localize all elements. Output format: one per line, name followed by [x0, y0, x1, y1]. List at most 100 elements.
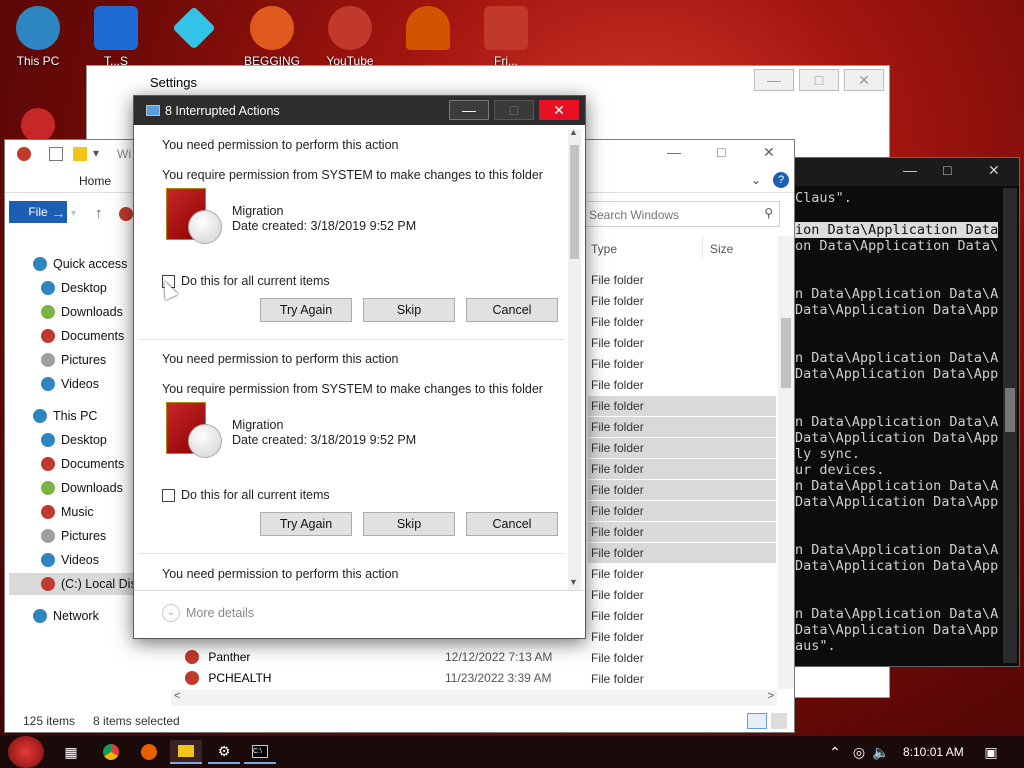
sidebar-item[interactable]: Downloads: [41, 301, 123, 323]
clock[interactable]: 8:10:01 AM: [903, 745, 964, 759]
settings-taskbar-icon[interactable]: ⚙: [208, 740, 240, 764]
sidebar-item[interactable]: Documents: [41, 325, 124, 347]
back-icon[interactable]: ←: [19, 205, 34, 222]
file-row[interactable]: File folder: [588, 585, 776, 605]
file-row[interactable]: File folder: [588, 417, 776, 437]
sidebar-item[interactable]: Documents: [41, 453, 124, 475]
file-explorer-taskbar-icon[interactable]: [170, 740, 202, 764]
details-view-icon[interactable]: [747, 713, 767, 729]
column-size[interactable]: Size: [710, 242, 733, 256]
apply-to-all-checkbox[interactable]: Do this for all current items: [162, 274, 330, 288]
file-row[interactable]: File folder: [588, 501, 776, 521]
file-row[interactable]: File folder: [588, 396, 776, 416]
sidebar-item[interactable]: Music: [41, 501, 94, 523]
desktop-icon-2[interactable]: T...S: [84, 6, 148, 68]
chevron-down-icon[interactable]: ▾: [93, 146, 99, 160]
notifications-icon[interactable]: ▣: [978, 740, 1004, 764]
dialog-scroll-thumb[interactable]: [570, 145, 579, 259]
settings-maximize-button[interactable]: □: [799, 69, 839, 91]
forward-icon[interactable]: →: [51, 205, 66, 222]
dialog-scrollbar[interactable]: ▲ ▼: [568, 127, 581, 591]
desktop-icon-this-pc[interactable]: This PC: [6, 6, 70, 68]
try-again-button[interactable]: Try Again: [260, 298, 352, 322]
settings-minimize-button[interactable]: —: [754, 69, 794, 91]
chrome-icon[interactable]: [98, 740, 124, 764]
desktop-icon-3[interactable]: [162, 6, 226, 54]
sidebar-item[interactable]: Pictures: [41, 525, 106, 547]
scroll-up-icon[interactable]: ▲: [569, 127, 578, 137]
explorer-minimize-button[interactable]: —: [667, 144, 681, 160]
checkbox-box[interactable]: [162, 488, 175, 502]
file-row[interactable]: File folder: [588, 312, 776, 332]
column-type[interactable]: Type: [591, 242, 617, 256]
sidebar-item[interactable]: Videos: [41, 373, 99, 395]
terminal-scroll-thumb[interactable]: [1005, 388, 1015, 432]
volume-icon[interactable]: 🔈: [868, 740, 894, 764]
apply-to-all-checkbox[interactable]: Do this for all current items: [162, 488, 330, 502]
scroll-down-icon[interactable]: ▼: [569, 577, 578, 587]
dialog-minimize-button[interactable]: —: [449, 100, 489, 120]
expand-chevron-icon[interactable]: ⌄: [162, 604, 180, 622]
file-row[interactable]: File folder: [588, 564, 776, 584]
file-row[interactable]: File folder: [588, 522, 776, 542]
large-icons-view-icon[interactable]: [771, 713, 787, 729]
desktop-icon-5[interactable]: YouTube: [318, 6, 382, 68]
file-row[interactable]: File folder: [588, 480, 776, 500]
file-row[interactable]: File folder: [588, 648, 776, 668]
scroll-left-icon[interactable]: <: [174, 690, 180, 702]
terminal-minimize-button[interactable]: —: [903, 162, 917, 178]
explorer-close-button[interactable]: ✕: [763, 144, 775, 161]
firefox-icon[interactable]: [136, 740, 162, 764]
file-row[interactable]: File folder: [588, 669, 776, 689]
file-row-panther[interactable]: Panther 12/12/2022 7:13 AM: [185, 650, 552, 664]
terminal-maximize-button[interactable]: □: [943, 162, 951, 178]
sidebar-item[interactable]: Quick access: [33, 253, 127, 275]
terminal-close-button[interactable]: ✕: [988, 162, 1000, 179]
file-row-pchealth[interactable]: PCHEALTH 11/23/2022 3:39 AM: [185, 671, 552, 685]
file-row[interactable]: File folder: [588, 459, 776, 479]
recent-chevron-icon[interactable]: ▾: [71, 208, 76, 219]
file-row[interactable]: File folder: [588, 438, 776, 458]
skip-button[interactable]: Skip: [363, 298, 455, 322]
desktop-icon-7[interactable]: Fri...: [474, 6, 538, 68]
new-folder-icon[interactable]: [73, 147, 87, 161]
properties-icon[interactable]: [49, 147, 63, 161]
sidebar-item[interactable]: Downloads: [41, 477, 123, 499]
help-icon[interactable]: ?: [773, 172, 789, 188]
sidebar-item[interactable]: Desktop: [41, 429, 107, 451]
sidebar-item[interactable]: Network: [33, 605, 99, 627]
dialog-maximize-button[interactable]: □: [494, 100, 534, 120]
file-list-hscrollbar[interactable]: < >: [171, 690, 777, 706]
more-details-button[interactable]: More details: [186, 606, 254, 620]
search-input[interactable]: Search Windows: [589, 208, 679, 222]
file-row[interactable]: File folder: [588, 627, 776, 647]
up-icon[interactable]: ↑: [95, 205, 103, 222]
sidebar-item[interactable]: Desktop: [41, 277, 107, 299]
sidebar-item[interactable]: Videos: [41, 549, 99, 571]
file-row[interactable]: File folder: [588, 333, 776, 353]
sidebar-item[interactable]: Pictures: [41, 349, 106, 371]
file-row[interactable]: File folder: [588, 375, 776, 395]
task-view-icon[interactable]: ▦: [58, 740, 84, 764]
file-row[interactable]: File folder: [588, 354, 776, 374]
scroll-right-icon[interactable]: >: [768, 690, 774, 702]
file-row[interactable]: File folder: [588, 543, 776, 563]
column-divider[interactable]: [702, 236, 703, 258]
cancel-button[interactable]: Cancel: [466, 512, 558, 536]
vscroll-thumb[interactable]: [781, 318, 791, 388]
cancel-button[interactable]: Cancel: [466, 298, 558, 322]
try-again-button[interactable]: Try Again: [260, 512, 352, 536]
sidebar-item[interactable]: (C:) Local Disk: [9, 573, 137, 595]
show-hidden-icons-chevron-icon[interactable]: ⌃: [822, 740, 848, 764]
file-list-vscrollbar[interactable]: [778, 236, 794, 689]
start-button[interactable]: [8, 736, 44, 768]
file-row[interactable]: File folder: [588, 291, 776, 311]
file-row[interactable]: File folder: [588, 606, 776, 626]
dialog-close-button[interactable]: ✕: [539, 100, 579, 120]
search-box[interactable]: Search Windows ⚲: [584, 201, 780, 227]
explorer-maximize-button[interactable]: □: [717, 144, 725, 160]
skip-button[interactable]: Skip: [363, 512, 455, 536]
tab-home[interactable]: Home: [79, 174, 111, 188]
desktop-icon-6[interactable]: [396, 6, 460, 54]
sidebar-item[interactable]: This PC: [33, 405, 97, 427]
